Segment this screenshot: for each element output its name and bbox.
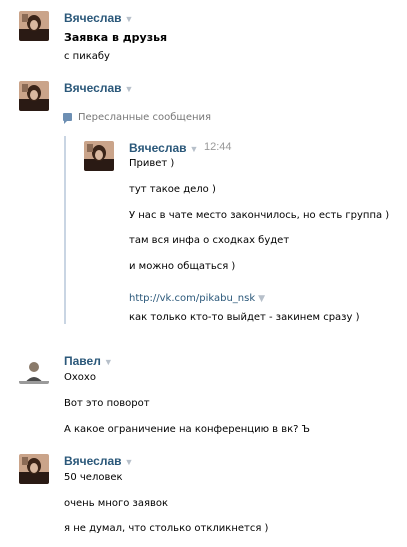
author-name[interactable]: Вячеслав	[64, 11, 122, 25]
forwarded-text: как только кто-то выйдет - закинем сразу…	[129, 312, 360, 323]
forwarded-text: тут такое дело )	[129, 184, 216, 195]
forwarded-text: У нас в чате место закончилось, но есть …	[129, 210, 390, 221]
author-name[interactable]: Вячеслав	[129, 141, 187, 155]
caret-down-icon[interactable]: ▼	[104, 357, 113, 367]
message-author[interactable]: Вячеслав ▼	[64, 81, 133, 95]
group-link[interactable]: http://vk.com/pikabu_nsk	[129, 293, 255, 304]
avatar-vyacheslav-icon	[19, 81, 49, 111]
message-text: А какое ограничение на конференцию в вк?…	[64, 424, 310, 435]
message-author[interactable]: Вячеслав ▼	[64, 11, 133, 25]
forward-messages-icon	[63, 113, 72, 124]
message-text: 50 человек	[64, 472, 123, 483]
avatar-pavel[interactable]	[19, 354, 49, 384]
caret-down-icon[interactable]: ▼	[190, 144, 199, 154]
avatar-pavel-icon	[19, 354, 49, 384]
message-text: с пикабу	[64, 51, 110, 62]
author-name[interactable]: Вячеслав	[64, 81, 122, 95]
forwarded-text: там вся инфа о сходках будет	[129, 235, 290, 246]
message-text: я не думал, что столько откликнется )	[64, 523, 269, 534]
forwarded-messages-label[interactable]: Пересланные сообщения	[78, 112, 211, 123]
avatar-vyacheslav[interactable]	[19, 11, 49, 41]
avatar-vyacheslav-icon	[84, 141, 114, 171]
message-text: Заявка в друзья	[64, 31, 168, 44]
forwarded-text: и можно общаться )	[129, 261, 236, 272]
message-text: Охохо	[64, 372, 96, 383]
caret-down-icon[interactable]: ▼	[258, 294, 265, 304]
avatar-vyacheslav-forwarded[interactable]	[84, 141, 114, 171]
message-text: очень много заявок	[64, 498, 169, 509]
forwarded-quote-bar	[64, 136, 66, 324]
avatar-vyacheslav[interactable]	[19, 454, 49, 484]
avatar-vyacheslav[interactable]	[19, 81, 49, 111]
caret-down-icon[interactable]: ▼	[125, 457, 134, 467]
author-name[interactable]: Вячеслав	[64, 454, 122, 468]
message-author[interactable]: Вячеслав ▼	[64, 454, 133, 468]
message-author[interactable]: Павел ▼	[64, 354, 113, 368]
caret-down-icon[interactable]: ▼	[125, 84, 134, 94]
forwarded-author[interactable]: Вячеслав ▼	[129, 141, 198, 155]
forwarded-link-row: http://vk.com/pikabu_nsk ▼	[129, 286, 265, 305]
message-text: Вот это поворот	[64, 398, 150, 409]
author-name[interactable]: Павел	[64, 354, 101, 368]
avatar-vyacheslav-icon	[19, 11, 49, 41]
avatar-vyacheslav-icon	[19, 454, 49, 484]
caret-down-icon[interactable]: ▼	[125, 14, 134, 24]
forwarded-text: Привет )	[129, 158, 175, 169]
message-time[interactable]: 12:44	[204, 141, 232, 153]
